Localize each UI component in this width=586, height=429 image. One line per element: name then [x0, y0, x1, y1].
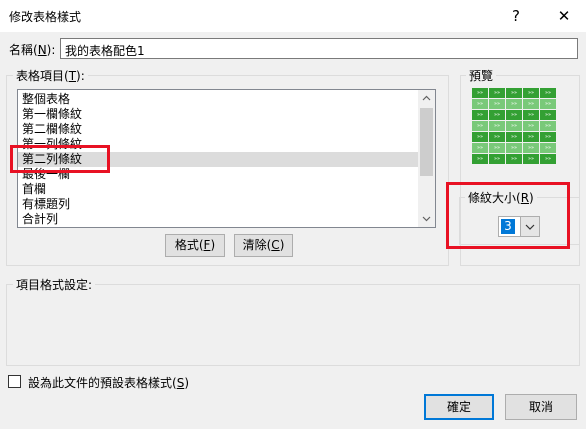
preview-cell: »»	[472, 132, 488, 142]
preview-cell: »»	[506, 132, 522, 142]
list-item[interactable]: 第二欄條紋	[22, 122, 82, 137]
preview-cell: »»	[540, 121, 556, 131]
preview-cell: »»	[472, 110, 488, 120]
preview-cell: »»	[489, 88, 505, 98]
stripe-size-highlight	[446, 182, 570, 249]
window-title: 修改表格樣式	[9, 10, 82, 24]
preview-label: 預覽	[466, 67, 497, 84]
format-button[interactable]: 格式(F)	[165, 234, 225, 257]
element-formatting-label: 項目格式設定:	[13, 276, 96, 293]
close-button[interactable]: ✕	[542, 0, 586, 32]
preview-cell: »»	[523, 132, 539, 142]
preview-cell: »»	[506, 121, 522, 131]
cancel-button[interactable]: 取消	[505, 394, 577, 420]
preview-cell: »»	[523, 121, 539, 131]
list-item[interactable]: 有標題列	[22, 197, 70, 212]
set-default-checkbox[interactable]	[8, 375, 21, 388]
preview-cell: »»	[472, 154, 488, 164]
preview-cell: »»	[523, 143, 539, 153]
name-input[interactable]: 我的表格配色1	[60, 38, 578, 59]
element-formatting-group	[6, 284, 580, 366]
list-scrollbar[interactable]	[418, 90, 435, 227]
preview-cell: »»	[540, 143, 556, 153]
list-item[interactable]: 第一欄條紋	[22, 107, 82, 122]
title-bar: 修改表格樣式 ? ✕	[0, 0, 586, 32]
name-label: 名稱(N):	[9, 43, 56, 57]
preview-cell: »»	[472, 143, 488, 153]
scroll-down-icon	[422, 216, 431, 222]
preview-cell: »»	[506, 110, 522, 120]
preview-cell: »»	[506, 88, 522, 98]
preview-cell: »»	[523, 110, 539, 120]
preview-cell: »»	[540, 132, 556, 142]
preview-cell: »»	[506, 154, 522, 164]
table-element-label: 表格項目(T):	[13, 67, 88, 84]
help-button[interactable]: ?	[494, 0, 538, 32]
preview-cell: »»	[506, 99, 522, 109]
preview-cell: »»	[489, 154, 505, 164]
preview-cell: »»	[489, 121, 505, 131]
set-default-label[interactable]: 設為此文件的預設表格樣式(S)	[28, 374, 189, 391]
preview-cell: »»	[472, 99, 488, 109]
preview-grid: »»»»»»»»»»»»»»»»»»»»»»»»»»»»»»»»»»»»»»»»…	[472, 88, 557, 167]
preview-cell: »»	[489, 99, 505, 109]
dialog-body: 名稱(N): 我的表格配色1 表格項目(T): 整個表格 第一欄條紋 第二欄條紋…	[0, 32, 586, 429]
preview-cell: »»	[523, 99, 539, 109]
selected-item-highlight	[10, 145, 110, 173]
list-item[interactable]: 合計列	[22, 212, 58, 227]
preview-cell: »»	[540, 110, 556, 120]
scroll-up-icon	[422, 95, 431, 101]
preview-cell: »»	[523, 154, 539, 164]
preview-cell: »»	[472, 88, 488, 98]
preview-cell: »»	[472, 121, 488, 131]
ok-button[interactable]: 確定	[424, 394, 494, 420]
preview-cell: »»	[506, 143, 522, 153]
preview-cell: »»	[489, 132, 505, 142]
scroll-down-arrow[interactable]	[418, 210, 435, 227]
preview-cell: »»	[540, 99, 556, 109]
list-item[interactable]: 整個表格	[22, 92, 70, 107]
clear-button[interactable]: 清除(C)	[234, 234, 293, 257]
preview-cell: »»	[489, 110, 505, 120]
preview-cell: »»	[523, 88, 539, 98]
scroll-thumb[interactable]	[420, 108, 433, 176]
list-item[interactable]: 首欄	[22, 182, 46, 197]
preview-cell: »»	[540, 88, 556, 98]
preview-cell: »»	[540, 154, 556, 164]
preview-cell: »»	[489, 143, 505, 153]
scroll-up-arrow[interactable]	[418, 90, 435, 107]
